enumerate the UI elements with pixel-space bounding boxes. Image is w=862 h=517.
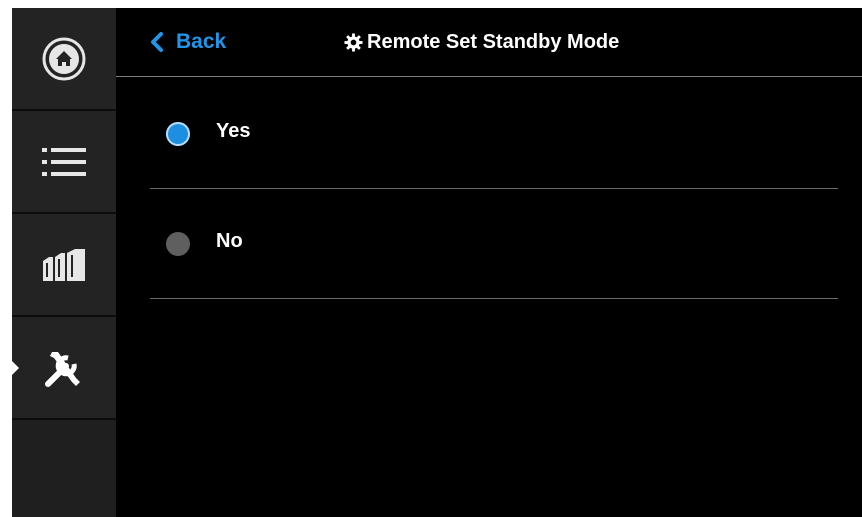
app-frame: Back Remote Set Standby Mode Yes No: [12, 8, 862, 517]
radio-selected-icon[interactable]: [166, 122, 190, 146]
sidebar-item-machines[interactable]: [12, 214, 116, 317]
option-label: Yes: [216, 120, 251, 142]
back-button[interactable]: Back: [146, 26, 226, 58]
page-title-text: Remote Set Standby Mode: [367, 30, 620, 53]
sidebar-item-settings[interactable]: [12, 317, 116, 420]
option-no[interactable]: No: [150, 188, 838, 299]
tools-icon: [45, 351, 80, 387]
page-title: Remote Set Standby Mode: [344, 26, 619, 58]
sidebar-item-menu[interactable]: [12, 111, 116, 214]
home-icon: [42, 37, 86, 80]
sidebar-item-empty: [12, 420, 116, 517]
chevron-left-icon: [151, 32, 163, 52]
active-indicator-icon: [12, 360, 19, 375]
option-label: No: [216, 230, 243, 252]
gear-icon: [344, 32, 363, 52]
header: Back Remote Set Standby Mode: [116, 8, 862, 77]
list-icon: [42, 147, 86, 176]
machines-icon: [43, 248, 85, 281]
option-yes[interactable]: Yes: [150, 78, 838, 189]
back-label: Back: [176, 30, 227, 53]
sidebar-item-home[interactable]: [12, 8, 116, 111]
sidebar: [12, 8, 116, 517]
radio-unselected-icon[interactable]: [166, 232, 190, 256]
